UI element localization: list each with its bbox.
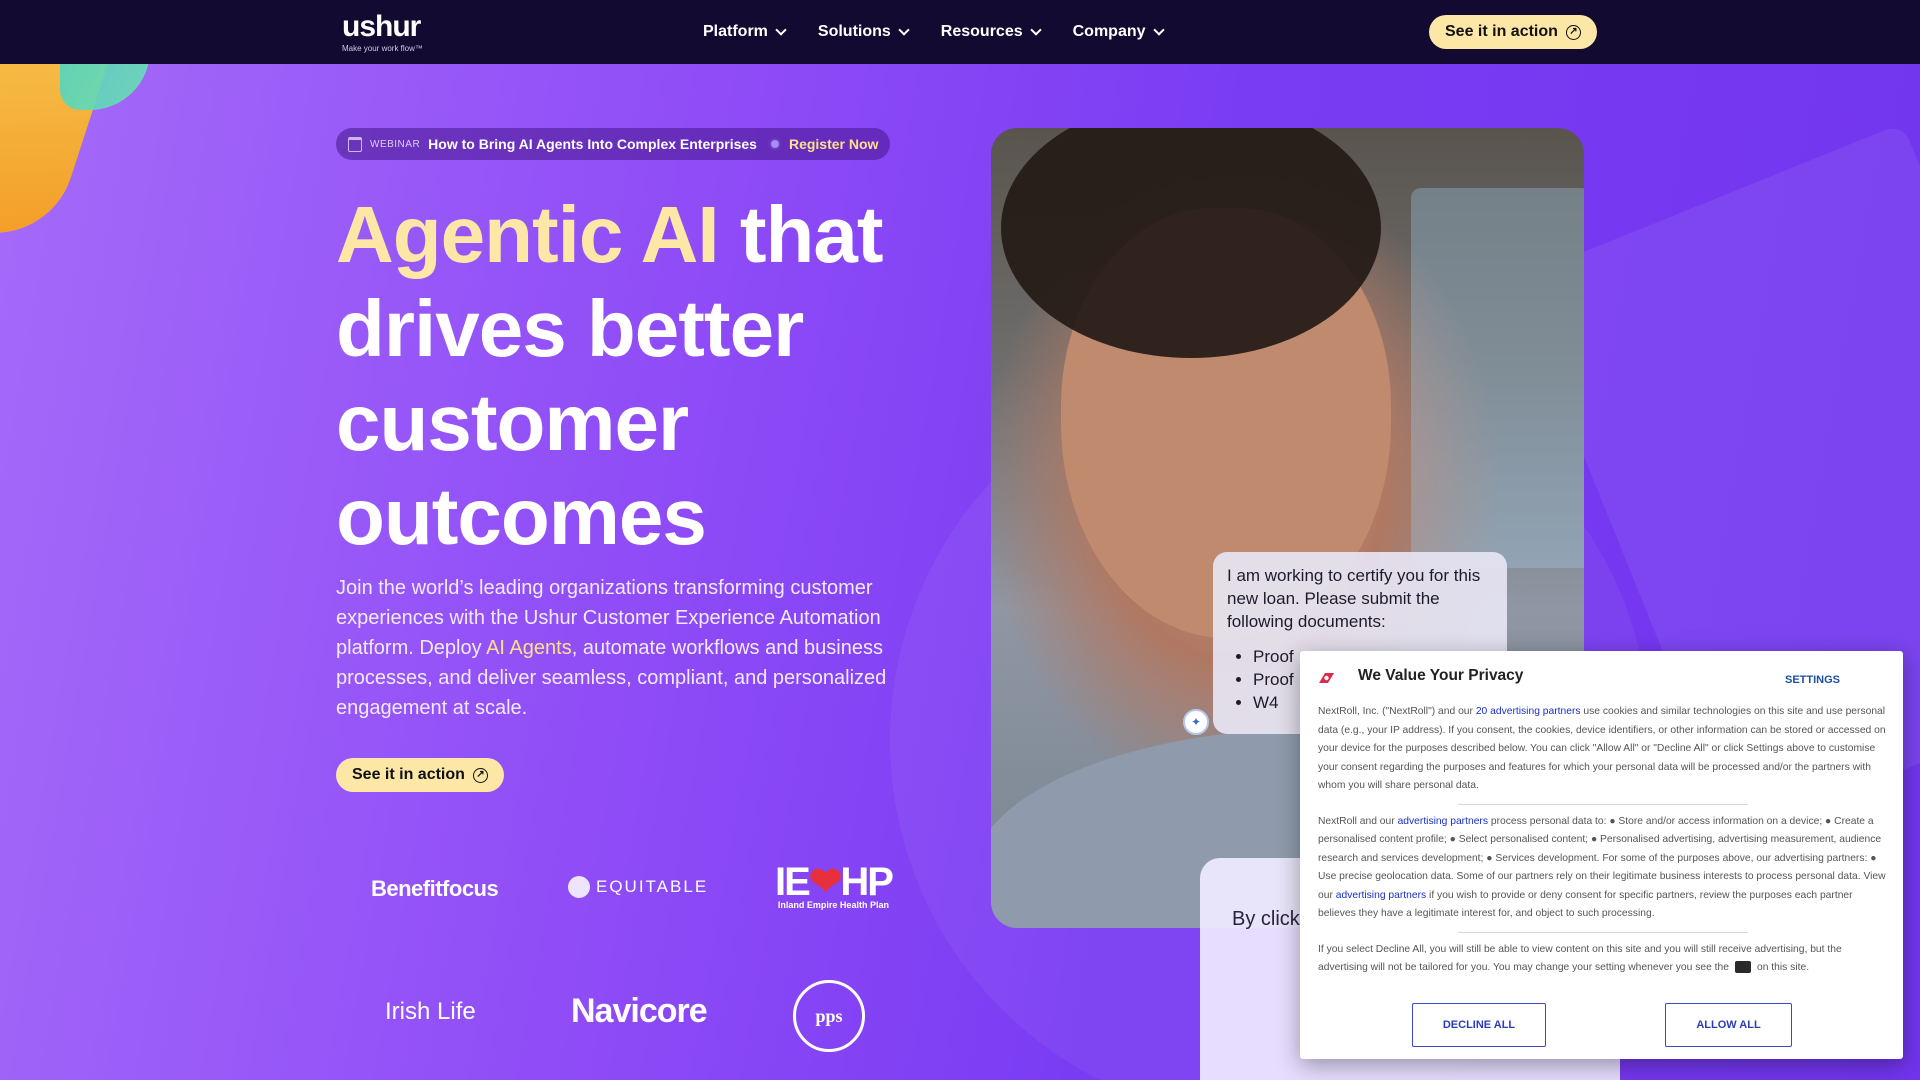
advertising-partners-link[interactable]: advertising partners [1336,890,1426,901]
top-navigation: ushur Make your work flow™ Platform Solu… [0,0,1920,64]
chevron-down-icon [898,24,910,36]
hero-see-it-in-action-button[interactable]: See it in action ↗ [336,758,504,792]
ushur-logo[interactable]: ushur Make your work flow™ [342,10,423,54]
benefitfocus-logo: Benefitfocus [371,876,499,901]
menu-company[interactable]: Company [1072,23,1165,41]
consent-settings-icon [1734,961,1751,974]
headline-highlight: Agentic AI [336,190,720,279]
hero-headline: Agentic AI that drives better customer o… [336,188,916,564]
arrow-circle-icon: ↗ [472,767,488,783]
menu-solutions[interactable]: Solutions [817,23,910,41]
menu-platform-label: Platform [703,23,768,40]
iehp-letters-2: HP [840,860,894,904]
hero-cta-label: See it in action [352,766,465,783]
webinar-label: WEBINAR [370,138,421,150]
decline-all-button[interactable]: DECLINE ALL [1412,1003,1546,1047]
iehp-logo: IE❤HP Inland Empire Health Plan [775,862,894,910]
divider [1458,803,1748,805]
menu-company-label: Company [1072,23,1146,40]
register-now-link[interactable]: Register Now [789,136,878,152]
ai-agents-link[interactable]: AI Agents [486,637,572,659]
menu-resources[interactable]: Resources [940,23,1042,41]
allow-all-button[interactable]: ALLOW ALL [1665,1003,1792,1047]
consent-p1-b: use cookies and similar technologies on … [1318,706,1886,791]
arrow-circle-icon: ↗ [1565,24,1581,40]
menu-resources-label: Resources [940,23,1023,40]
consent-p3-b: on this site. [1756,962,1810,973]
privacy-consent-dialog: We Value Your Privacy SETTINGS NextRoll,… [1300,651,1903,1059]
advertising-partners-count-link[interactable]: 20 advertising partners [1476,706,1581,717]
page: ushur Make your work flow™ Platform Solu… [0,0,1920,1080]
consent-paragraph-3: If you select Decline All, you will stil… [1318,941,1888,978]
pps-wordmark: pps [815,1005,843,1026]
heart-icon: ❤ [808,860,842,904]
chevron-down-icon [1152,24,1165,36]
headline-part-1: that [718,190,884,279]
logo-wordmark: ushur [342,10,421,43]
nav-see-it-in-action-button[interactable]: See it in action ↗ [1429,15,1597,49]
iehp-letters-1: IE [775,860,811,904]
headline-part-2: drives better customer outcomes [336,284,804,561]
pps-logo: pps [793,980,865,1052]
equitable-logo: EQUITABLE [568,876,708,898]
consent-p2-a: NextRoll and our [1318,815,1398,827]
chevron-down-icon [775,24,787,36]
menu-solutions-label: Solutions [817,23,891,40]
iehp-subtitle: Inland Empire Health Plan [777,900,889,910]
chevron-down-icon [1029,24,1042,36]
navicore-logo: Navicore [571,992,708,1030]
webinar-banner[interactable]: WEBINAR How to Bring AI Agents Into Comp… [336,128,891,160]
nav-cta-label: See it in action [1445,23,1558,40]
logo-tagline: Make your work flow™ [342,44,423,53]
main-menu: Platform Solutions Resources Company [703,0,1165,64]
nextroll-logo-icon [1319,673,1334,683]
consent-settings-link[interactable]: SETTINGS [1785,671,1840,690]
dot-icon [768,138,781,150]
bot-avatar-icon: ✦ [1183,709,1209,735]
menu-platform[interactable]: Platform [703,23,787,41]
hero-description: Join the world’s leading organizations t… [336,573,896,723]
advertising-partners-link[interactable]: advertising partners [1398,816,1488,827]
consent-paragraph-2: NextRoll and our advertising partners pr… [1318,813,1888,924]
webinar-title: How to Bring AI Agents Into Complex Ente… [428,136,757,152]
consent-p2-b: process personal data to: ● Store and/or… [1318,815,1886,901]
equitable-wordmark: EQUITABLE [596,877,709,896]
chat-message: I am working to certify you for this new… [1227,566,1481,631]
consent-title: We Value Your Privacy [1358,667,1524,684]
photo-background-window [1411,188,1584,568]
equitable-seal-icon [568,876,590,898]
irish-life-logo: Irish Life [385,998,476,1025]
consent-p1-a: NextRoll, Inc. ("NextRoll") and our [1318,706,1476,717]
calendar-icon [348,136,362,152]
divider [1458,931,1748,933]
consent-body: NextRoll, Inc. ("NextRoll") and our 20 a… [1318,703,1888,978]
consent-paragraph-1: NextRoll, Inc. ("NextRoll") and our 20 a… [1318,703,1888,796]
